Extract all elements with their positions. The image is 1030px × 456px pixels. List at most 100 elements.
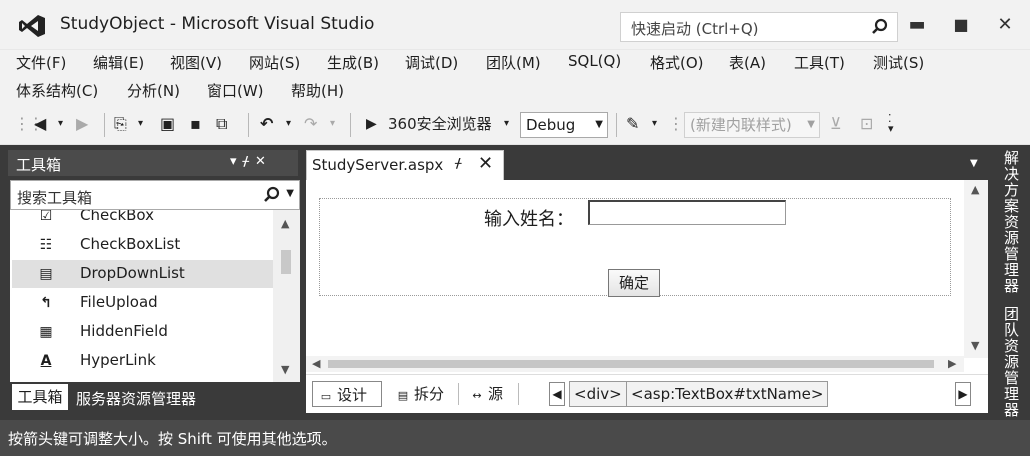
close-tab-icon[interactable]: ✕	[478, 153, 493, 174]
toolbox-item-checkboxlist[interactable]: ☷ CheckBoxList	[12, 231, 273, 259]
document-tab-label[interactable]: StudyServer.aspx	[312, 156, 443, 174]
editor-horizontal-scrollbar[interactable]: ◀ ▶	[306, 356, 964, 372]
menu-build[interactable]: 生成(B)	[327, 52, 379, 73]
attach-stylesheet-icon[interactable]: ⊡	[860, 114, 873, 134]
configuration-select[interactable]: Debug ▼	[520, 112, 608, 138]
breadcrumb-next-icon[interactable]: ▶	[955, 382, 971, 406]
menu-format[interactable]: 格式(O)	[650, 52, 704, 73]
menu-debug[interactable]: 调试(D)	[405, 52, 458, 73]
dropdownlist-icon: ▤	[39, 266, 53, 282]
maximize-button[interactable]: ■	[946, 12, 976, 38]
toolbox-item-label: DropDownList	[80, 264, 185, 282]
scroll-left-icon[interactable]: ◀	[312, 358, 320, 370]
toolbox-item-label: HyperLink	[80, 351, 156, 369]
tab-toolbox[interactable]: 工具箱	[12, 384, 68, 410]
menu-table[interactable]: 表(A)	[729, 52, 766, 73]
toolbox-item-label: CheckBoxList	[80, 235, 181, 253]
style-select[interactable]: (新建内联样式) ▼	[684, 112, 820, 138]
toolbox-item-dropdownlist[interactable]: ▤ DropDownList	[12, 260, 273, 288]
editor-vertical-scrollbar[interactable]: ▲ ▼	[964, 180, 988, 358]
redo-icon[interactable]: ↷	[304, 114, 317, 134]
save-all-icon[interactable]: ⧉	[216, 114, 227, 134]
breadcrumb-item-textbox[interactable]: <asp:TextBox#txtName>	[626, 381, 829, 407]
toolbox-item-fileupload[interactable]: ↰ FileUpload	[12, 289, 273, 317]
chevron-down-icon: ▼	[807, 119, 815, 130]
target-schema-icon[interactable]: ✎	[626, 114, 639, 134]
pin-icon[interactable]: ᚋ	[455, 156, 461, 171]
minimize-button[interactable]: ▬	[902, 12, 932, 38]
chevron-down-icon[interactable]: ▼	[286, 188, 294, 199]
window-position-icon[interactable]: ▾	[230, 154, 243, 169]
run-target-label[interactable]: 360安全浏览器	[388, 114, 492, 134]
menu-team[interactable]: 团队(M)	[486, 52, 541, 73]
toolbox-search-placeholder: 搜索工具箱	[17, 189, 93, 207]
design-view-label: 设计	[337, 386, 368, 404]
open-file-icon[interactable]: ▣	[160, 114, 175, 134]
undo-icon[interactable]: ↶	[260, 114, 273, 134]
quick-launch-input[interactable]: 快速启动 (Ctrl+Q)	[620, 12, 898, 42]
back-navigation-icon[interactable]: ◀	[34, 114, 46, 134]
confirm-button[interactable]: 确定	[608, 269, 660, 297]
menu-test[interactable]: 测试(S)	[873, 52, 924, 73]
configuration-value: Debug	[526, 116, 576, 134]
tab-team-explorer[interactable]: 团队资源管理器	[996, 306, 1022, 418]
design-view-button[interactable]: ▭ 设计	[312, 381, 382, 407]
forward-navigation-icon[interactable]: ▶	[76, 114, 88, 134]
scrollbar-thumb[interactable]	[328, 360, 934, 368]
tab-server-explorer[interactable]: 服务器资源管理器	[76, 388, 196, 409]
style-value: (新建内联样式)	[690, 116, 792, 134]
scrollbar-thumb[interactable]	[281, 250, 291, 274]
menu-view[interactable]: 视图(V)	[170, 52, 222, 73]
style-application-icon[interactable]: ⊻	[830, 114, 842, 134]
run-target-dropdown-icon[interactable]: ▾	[504, 114, 509, 134]
hyperlink-icon: A	[40, 353, 52, 369]
toolbox-item-label: CheckBox	[80, 210, 155, 224]
toolbox-scrollbar[interactable]: ▲ ▼	[273, 210, 300, 382]
toolbox-window-controls: ▾ᚋ✕	[230, 154, 272, 169]
menu-sql[interactable]: SQL(Q)	[568, 52, 621, 70]
save-icon[interactable]: ▪	[190, 114, 201, 134]
source-view-label: 源	[488, 385, 504, 403]
scroll-up-icon[interactable]: ▲	[971, 184, 979, 196]
search-icon[interactable]	[871, 18, 889, 36]
start-debugging-icon[interactable]: ▶	[366, 114, 377, 134]
new-project-dropdown-icon[interactable]: ▾	[138, 114, 143, 134]
menu-architecture[interactable]: 体系结构(C)	[16, 80, 98, 101]
toolbox-item-hiddenfield[interactable]: ▦ HiddenField	[12, 318, 273, 346]
menu-website[interactable]: 网站(S)	[249, 52, 300, 73]
pin-icon[interactable]: ᚋ	[243, 154, 255, 169]
toolbox-search-input[interactable]: 搜索工具箱 ▼	[10, 180, 300, 210]
undo-dropdown-icon[interactable]: ▾	[286, 114, 291, 134]
redo-dropdown-icon[interactable]: ▾	[330, 114, 335, 134]
split-view-button[interactable]: ▤ 拆分	[390, 381, 444, 407]
checkbox-icon: ☑	[39, 210, 53, 224]
toolbox-item-label: HiddenField	[80, 322, 168, 340]
scroll-right-icon[interactable]: ▶	[948, 358, 956, 370]
toolbar-overflow-icon[interactable]: ⁚ ▾	[888, 113, 894, 134]
menu-tools[interactable]: 工具(T)	[794, 52, 845, 73]
tab-solution-explorer[interactable]: 解决方案资源管理器	[996, 150, 1022, 294]
search-icon[interactable]	[263, 186, 281, 204]
scroll-down-icon[interactable]: ▼	[281, 364, 289, 376]
menu-edit[interactable]: 编辑(E)	[93, 52, 144, 73]
visual-studio-logo-icon	[19, 15, 45, 37]
document-list-dropdown-icon[interactable]: ▼	[970, 158, 978, 169]
toolbar-overflow-icon[interactable]: ▾	[652, 114, 657, 134]
name-input[interactable]	[588, 200, 786, 225]
toolbox-item-checkbox[interactable]: ☑ CheckBox	[12, 210, 273, 230]
back-dropdown-icon[interactable]: ▾	[58, 114, 63, 134]
close-button[interactable]: ✕	[990, 12, 1020, 38]
menu-file[interactable]: 文件(F)	[16, 52, 66, 73]
breadcrumb-item-div[interactable]: <div>	[569, 381, 627, 407]
chevron-down-icon: ▼	[595, 119, 603, 130]
menu-analyze[interactable]: 分析(N)	[127, 80, 180, 101]
toolbox-item-hyperlink[interactable]: A HyperLink	[12, 347, 273, 375]
source-view-button[interactable]: ↔ 源	[464, 381, 503, 407]
menu-help[interactable]: 帮助(H)	[291, 80, 344, 101]
scroll-up-icon[interactable]: ▲	[281, 218, 289, 230]
menu-window[interactable]: 窗口(W)	[207, 80, 264, 101]
scroll-down-icon[interactable]: ▼	[971, 340, 979, 352]
close-icon[interactable]: ✕	[255, 154, 272, 169]
new-project-icon[interactable]: ⎘	[114, 114, 127, 134]
breadcrumb-prev-icon[interactable]: ◀	[549, 382, 565, 406]
